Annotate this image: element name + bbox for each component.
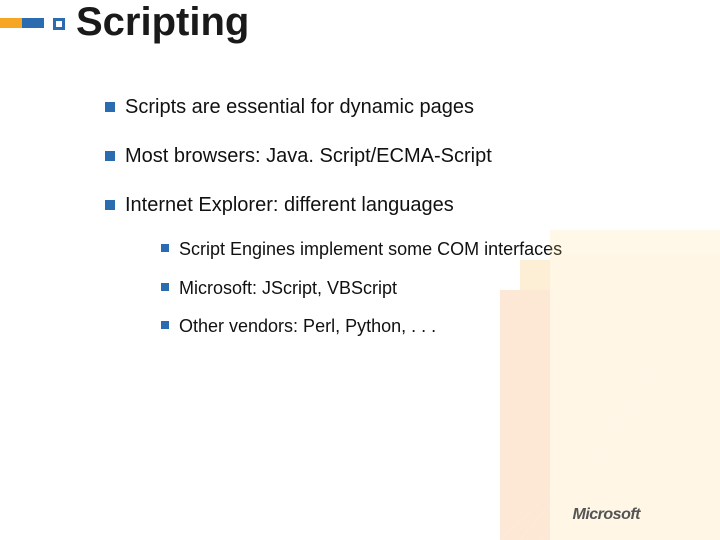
bullet-list: Scripts are essential for dynamic pages …: [105, 95, 665, 338]
sub-list-item: Microsoft: JScript, VBScript: [161, 277, 665, 300]
square-bullet-icon: [105, 151, 115, 161]
list-item-text: Scripts are essential for dynamic pages: [125, 95, 474, 120]
sub-list-item-text: Other vendors: Perl, Python, . . .: [179, 315, 436, 338]
sub-list-item-text: Microsoft: JScript, VBScript: [179, 277, 397, 300]
accent-blue: [22, 18, 44, 28]
list-item-text: Most browsers: Java. Script/ECMA-Script: [125, 144, 492, 169]
sub-list: Script Engines implement some COM interf…: [161, 238, 665, 338]
square-bullet-icon: [161, 283, 169, 291]
page-title: Scripting: [76, 0, 249, 45]
sub-list-item: Script Engines implement some COM interf…: [161, 238, 665, 261]
title-bullet-icon: [53, 18, 65, 30]
square-bullet-icon: [105, 102, 115, 112]
list-item-body: Internet Explorer: different languages S…: [125, 193, 665, 338]
title-accent-bar: [0, 18, 45, 28]
microsoft-logo: Microsoft: [573, 506, 641, 524]
accent-orange: [0, 18, 22, 28]
square-bullet-icon: [161, 321, 169, 329]
list-item: Scripts are essential for dynamic pages: [105, 95, 665, 120]
sub-list-item: Other vendors: Perl, Python, . . .: [161, 315, 665, 338]
list-item: Most browsers: Java. Script/ECMA-Script: [105, 144, 665, 169]
list-item: Internet Explorer: different languages S…: [105, 193, 665, 338]
sub-list-item-text: Script Engines implement some COM interf…: [179, 238, 562, 261]
list-item-text: Internet Explorer: different languages: [125, 193, 665, 218]
square-bullet-icon: [161, 244, 169, 252]
square-bullet-icon: [105, 200, 115, 210]
